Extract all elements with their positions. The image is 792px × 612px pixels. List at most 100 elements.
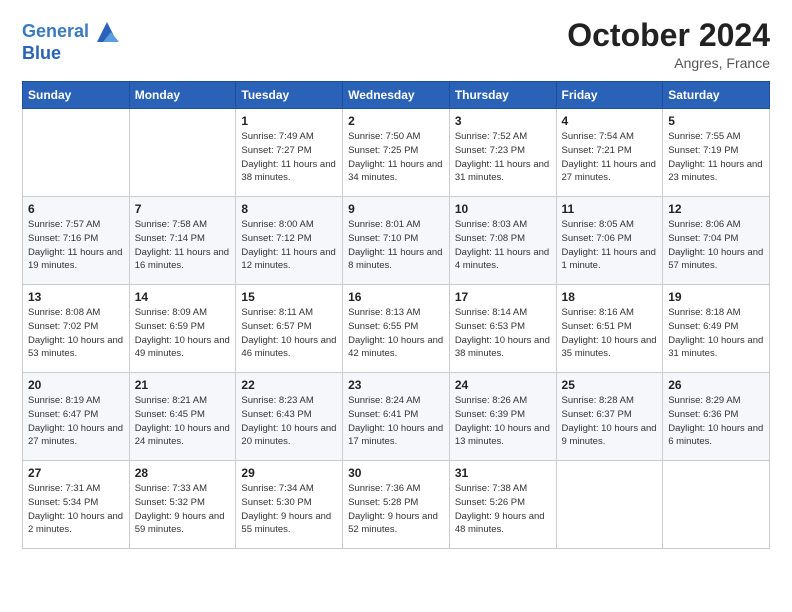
day-info: Sunrise: 8:03 AMSunset: 7:08 PMDaylight:… [455,218,551,273]
day-info: Sunrise: 8:09 AMSunset: 6:59 PMDaylight:… [135,306,231,361]
day-number: 14 [135,290,231,304]
day-info: Sunrise: 8:01 AMSunset: 7:10 PMDaylight:… [348,218,444,273]
day-info: Sunrise: 8:21 AMSunset: 6:45 PMDaylight:… [135,394,231,449]
day-number: 16 [348,290,444,304]
day-number: 28 [135,466,231,480]
day-number: 6 [28,202,124,216]
day-info: Sunrise: 7:36 AMSunset: 5:28 PMDaylight:… [348,482,444,537]
day-number: 20 [28,378,124,392]
day-info: Sunrise: 7:57 AMSunset: 7:16 PMDaylight:… [28,218,124,273]
day-number: 31 [455,466,551,480]
day-number: 26 [668,378,764,392]
day-cell: 14 Sunrise: 8:09 AMSunset: 6:59 PMDayligh… [129,285,236,373]
day-cell: 19Sunrise: 8:18 AMSunset: 6:49 PMDayligh… [663,285,770,373]
day-cell: 26 Sunrise: 8:29 AMSunset: 6:36 PMDayligh… [663,373,770,461]
day-number: 11 [562,202,658,216]
day-info: Sunrise: 8:08 AMSunset: 7:02 PMDaylight:… [28,306,124,361]
day-cell: 13 Sunrise: 8:08 AMSunset: 7:02 PMDayligh… [23,285,130,373]
day-info: Sunrise: 8:00 AMSunset: 7:12 PMDaylight:… [241,218,337,273]
day-number: 12 [668,202,764,216]
day-number: 24 [455,378,551,392]
day-number: 18 [562,290,658,304]
day-info: Sunrise: 8:28 AMSunset: 6:37 PMDaylight:… [562,394,658,449]
day-number: 21 [135,378,231,392]
day-cell [23,109,130,197]
title-block: October 2024 Angres, France [567,18,770,71]
day-cell: 27 Sunrise: 7:31 AMSunset: 5:34 PMDayligh… [23,461,130,549]
day-number: 8 [241,202,337,216]
day-cell: 6 Sunrise: 7:57 AMSunset: 7:16 PMDaylight… [23,197,130,285]
month-title: October 2024 [567,18,770,53]
week-row-5: 27 Sunrise: 7:31 AMSunset: 5:34 PMDayligh… [23,461,770,549]
day-number: 10 [455,202,551,216]
day-cell: 7Sunrise: 7:58 AMSunset: 7:14 PMDaylight… [129,197,236,285]
day-info: Sunrise: 7:34 AMSunset: 5:30 PMDaylight:… [241,482,337,537]
day-number: 25 [562,378,658,392]
weekday-monday: Monday [129,82,236,109]
day-cell: 28Sunrise: 7:33 AMSunset: 5:32 PMDayligh… [129,461,236,549]
week-row-1: 1 Sunrise: 7:49 AMSunset: 7:27 PMDaylight… [23,109,770,197]
day-cell: 24Sunrise: 8:26 AMSunset: 6:39 PMDayligh… [449,373,556,461]
day-cell: 23Sunrise: 8:24 AMSunset: 6:41 PMDayligh… [343,373,450,461]
day-cell: 10 Sunrise: 8:03 AMSunset: 7:08 PMDayligh… [449,197,556,285]
day-number: 15 [241,290,337,304]
day-cell: 9Sunrise: 8:01 AMSunset: 7:10 PMDaylight… [343,197,450,285]
day-cell: 8 Sunrise: 8:00 AMSunset: 7:12 PMDaylight… [236,197,343,285]
day-number: 3 [455,114,551,128]
week-row-3: 13 Sunrise: 8:08 AMSunset: 7:02 PMDayligh… [23,285,770,373]
day-cell: 15 Sunrise: 8:11 AMSunset: 6:57 PMDayligh… [236,285,343,373]
day-number: 29 [241,466,337,480]
day-cell: 5 Sunrise: 7:55 AMSunset: 7:19 PMDaylight… [663,109,770,197]
header: General Blue October 2024 Angres, France [22,18,770,71]
logo-general: General [22,21,89,41]
day-number: 17 [455,290,551,304]
logo-icon [93,18,121,46]
logo-text: General [22,22,89,42]
day-cell: 25 Sunrise: 8:28 AMSunset: 6:37 PMDayligh… [556,373,663,461]
day-number: 13 [28,290,124,304]
day-cell [556,461,663,549]
weekday-wednesday: Wednesday [343,82,450,109]
day-number: 22 [241,378,337,392]
week-row-2: 6 Sunrise: 7:57 AMSunset: 7:16 PMDaylight… [23,197,770,285]
day-info: Sunrise: 8:14 AMSunset: 6:53 PMDaylight:… [455,306,551,361]
day-cell: 17 Sunrise: 8:14 AMSunset: 6:53 PMDayligh… [449,285,556,373]
day-cell: 18 Sunrise: 8:16 AMSunset: 6:51 PMDayligh… [556,285,663,373]
day-info: Sunrise: 7:49 AMSunset: 7:27 PMDaylight:… [241,130,337,185]
day-number: 7 [135,202,231,216]
day-info: Sunrise: 8:13 AMSunset: 6:55 PMDaylight:… [348,306,444,361]
day-number: 30 [348,466,444,480]
day-info: Sunrise: 7:55 AMSunset: 7:19 PMDaylight:… [668,130,764,185]
weekday-header-row: SundayMondayTuesdayWednesdayThursdayFrid… [23,82,770,109]
day-cell: 31 Sunrise: 7:38 AMSunset: 5:26 PMDayligh… [449,461,556,549]
day-info: Sunrise: 7:38 AMSunset: 5:26 PMDaylight:… [455,482,551,537]
day-cell: 21 Sunrise: 8:21 AMSunset: 6:45 PMDayligh… [129,373,236,461]
day-info: Sunrise: 8:16 AMSunset: 6:51 PMDaylight:… [562,306,658,361]
weekday-friday: Friday [556,82,663,109]
day-cell: 30 Sunrise: 7:36 AMSunset: 5:28 PMDayligh… [343,461,450,549]
day-number: 1 [241,114,337,128]
day-cell: 20Sunrise: 8:19 AMSunset: 6:47 PMDayligh… [23,373,130,461]
day-info: Sunrise: 8:11 AMSunset: 6:57 PMDaylight:… [241,306,337,361]
day-cell: 16 Sunrise: 8:13 AMSunset: 6:55 PMDayligh… [343,285,450,373]
logo: General Blue [22,18,121,64]
day-cell [129,109,236,197]
weekday-thursday: Thursday [449,82,556,109]
calendar: SundayMondayTuesdayWednesdayThursdayFrid… [22,81,770,549]
day-cell: 2Sunrise: 7:50 AMSunset: 7:25 PMDaylight… [343,109,450,197]
day-cell [663,461,770,549]
day-cell: 11 Sunrise: 8:05 AMSunset: 7:06 PMDayligh… [556,197,663,285]
day-info: Sunrise: 8:23 AMSunset: 6:43 PMDaylight:… [241,394,337,449]
day-number: 5 [668,114,764,128]
day-number: 27 [28,466,124,480]
weekday-sunday: Sunday [23,82,130,109]
day-number: 19 [668,290,764,304]
day-info: Sunrise: 7:31 AMSunset: 5:34 PMDaylight:… [28,482,124,537]
day-info: Sunrise: 8:05 AMSunset: 7:06 PMDaylight:… [562,218,658,273]
day-info: Sunrise: 8:06 AMSunset: 7:04 PMDaylight:… [668,218,764,273]
day-info: Sunrise: 8:29 AMSunset: 6:36 PMDaylight:… [668,394,764,449]
day-number: 4 [562,114,658,128]
day-cell: 12 Sunrise: 8:06 AMSunset: 7:04 PMDayligh… [663,197,770,285]
weekday-saturday: Saturday [663,82,770,109]
logo-blue: Blue [22,44,121,64]
